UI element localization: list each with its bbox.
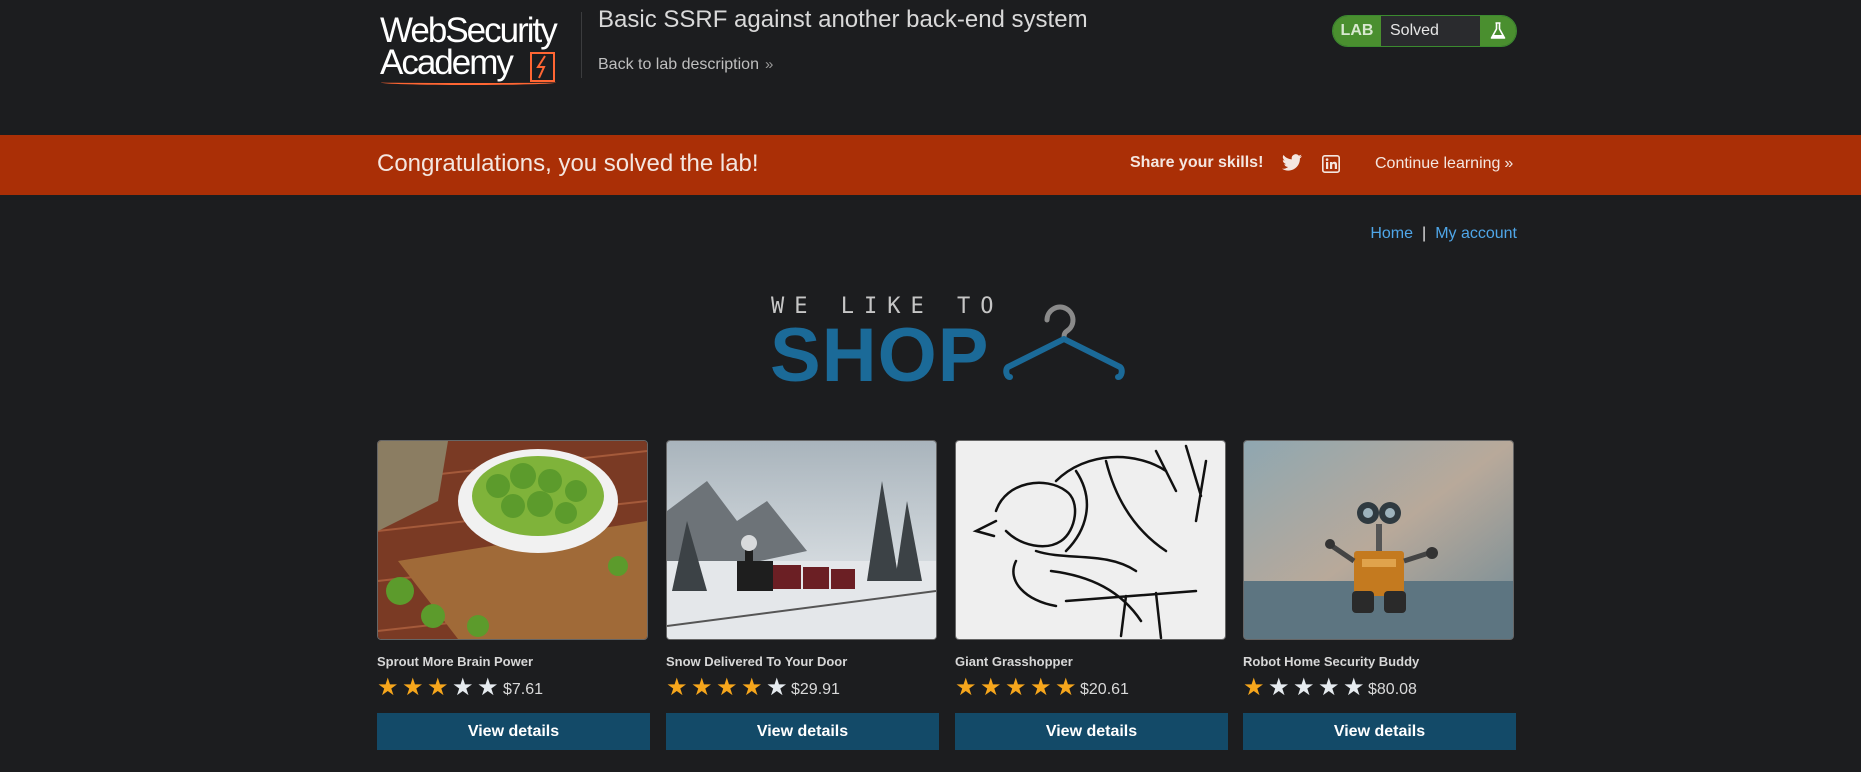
double-chevron-right-icon: »	[764, 56, 774, 73]
flask-icon	[1480, 16, 1516, 46]
linkedin-icon[interactable]	[1322, 155, 1340, 178]
nav-home-link[interactable]: Home	[1370, 225, 1413, 242]
star-empty-icon: ★	[1343, 674, 1365, 701]
star-empty-icon: ★	[1293, 674, 1315, 701]
product-card: Snow Delivered To Your Door ★ ★ ★ ★ ★ $29.91…	[666, 440, 939, 750]
product-image-snow-train	[666, 440, 937, 640]
product-image-sprouts	[377, 440, 648, 640]
header-divider	[581, 12, 582, 78]
star-empty-icon: ★	[452, 674, 474, 701]
star-filled-icon: ★	[402, 674, 424, 701]
congratulations-message: Congratulations, you solved the lab!	[377, 150, 759, 177]
double-chevron-right-icon: »	[1504, 155, 1514, 172]
product-price: $7.61	[503, 681, 544, 698]
twitter-icon[interactable]	[1282, 154, 1302, 176]
logo-swoosh	[381, 80, 556, 85]
product-price: $80.08	[1368, 681, 1417, 698]
product-price: $29.91	[791, 681, 840, 698]
star-filled-icon: ★	[666, 674, 688, 701]
product-image-robot	[1243, 440, 1514, 640]
star-empty-icon: ★	[1268, 674, 1290, 701]
logo-line-2: Academy	[380, 43, 514, 82]
lab-status-badge: LAB Solved	[1332, 15, 1517, 47]
back-to-lab-description-link[interactable]: Back to lab description »	[598, 56, 773, 74]
star-filled-icon: ★	[1030, 674, 1052, 701]
continue-learning-link[interactable]: Continue learning»	[1375, 155, 1513, 173]
web-security-academy-logo[interactable]: WebSecurity Academy	[377, 12, 575, 85]
star-filled-icon: ★	[980, 674, 1002, 701]
hanger-icon	[1003, 304, 1125, 380]
star-empty-icon: ★	[1318, 674, 1340, 701]
star-filled-icon: ★	[955, 674, 977, 701]
shop-logo: WE LIKE TO SHOP	[770, 290, 1130, 400]
view-details-button[interactable]: View details	[377, 713, 650, 750]
lab-status-text: Solved	[1390, 22, 1439, 39]
product-name: Robot Home Security Buddy	[1243, 654, 1420, 669]
lab-label: LAB	[1333, 16, 1381, 46]
product-rating: ★ ★ ★ ★ ★	[1243, 676, 1368, 700]
product-name: Giant Grasshopper	[955, 654, 1073, 669]
product-image-grasshopper-sketch	[955, 440, 1226, 640]
back-link-label: Back to lab description	[598, 56, 759, 73]
product-price: $20.61	[1080, 681, 1129, 698]
star-filled-icon: ★	[1005, 674, 1027, 701]
product-rating: ★ ★ ★ ★ ★	[666, 676, 791, 700]
star-filled-icon: ★	[741, 674, 763, 701]
product-rating: ★ ★ ★ ★ ★	[955, 676, 1080, 700]
nav-my-account-link[interactable]: My account	[1435, 225, 1517, 242]
view-details-button[interactable]: View details	[1243, 713, 1516, 750]
star-empty-icon: ★	[477, 674, 499, 701]
star-filled-icon: ★	[427, 674, 449, 701]
lab-title: Basic SSRF against another back-end syst…	[598, 6, 1088, 33]
lab-header: WebSecurity Academy Basic SSRF against a…	[0, 0, 1861, 135]
share-skills-label: Share your skills!	[1130, 154, 1264, 171]
view-details-button[interactable]: View details	[666, 713, 939, 750]
star-filled-icon: ★	[1055, 674, 1077, 701]
product-card: Robot Home Security Buddy ★ ★ ★ ★ ★ $80.08 V…	[1243, 440, 1516, 750]
continue-learning-label: Continue learning	[1375, 155, 1501, 172]
nav-separator: |	[1422, 225, 1427, 242]
shop-word: SHOP	[770, 313, 990, 398]
product-card: Giant Grasshopper ★ ★ ★ ★ ★ $20.61 View deta…	[955, 440, 1228, 750]
product-name: Snow Delivered To Your Door	[666, 654, 848, 669]
star-empty-icon: ★	[766, 674, 788, 701]
top-nav: Home | My account	[1370, 225, 1517, 243]
product-rating: ★ ★ ★ ★ ★	[377, 676, 502, 700]
product-card: Sprout More Brain Power ★ ★ ★ ★ ★ $7.61 View…	[377, 440, 650, 750]
star-filled-icon: ★	[716, 674, 738, 701]
product-name: Sprout More Brain Power	[377, 654, 534, 669]
star-filled-icon: ★	[1243, 674, 1265, 701]
star-filled-icon: ★	[377, 674, 399, 701]
view-details-button[interactable]: View details	[955, 713, 1228, 750]
logo-bolt-icon	[530, 52, 555, 82]
star-filled-icon: ★	[691, 674, 713, 701]
solved-banner: Congratulations, you solved the lab! Sha…	[0, 135, 1861, 195]
